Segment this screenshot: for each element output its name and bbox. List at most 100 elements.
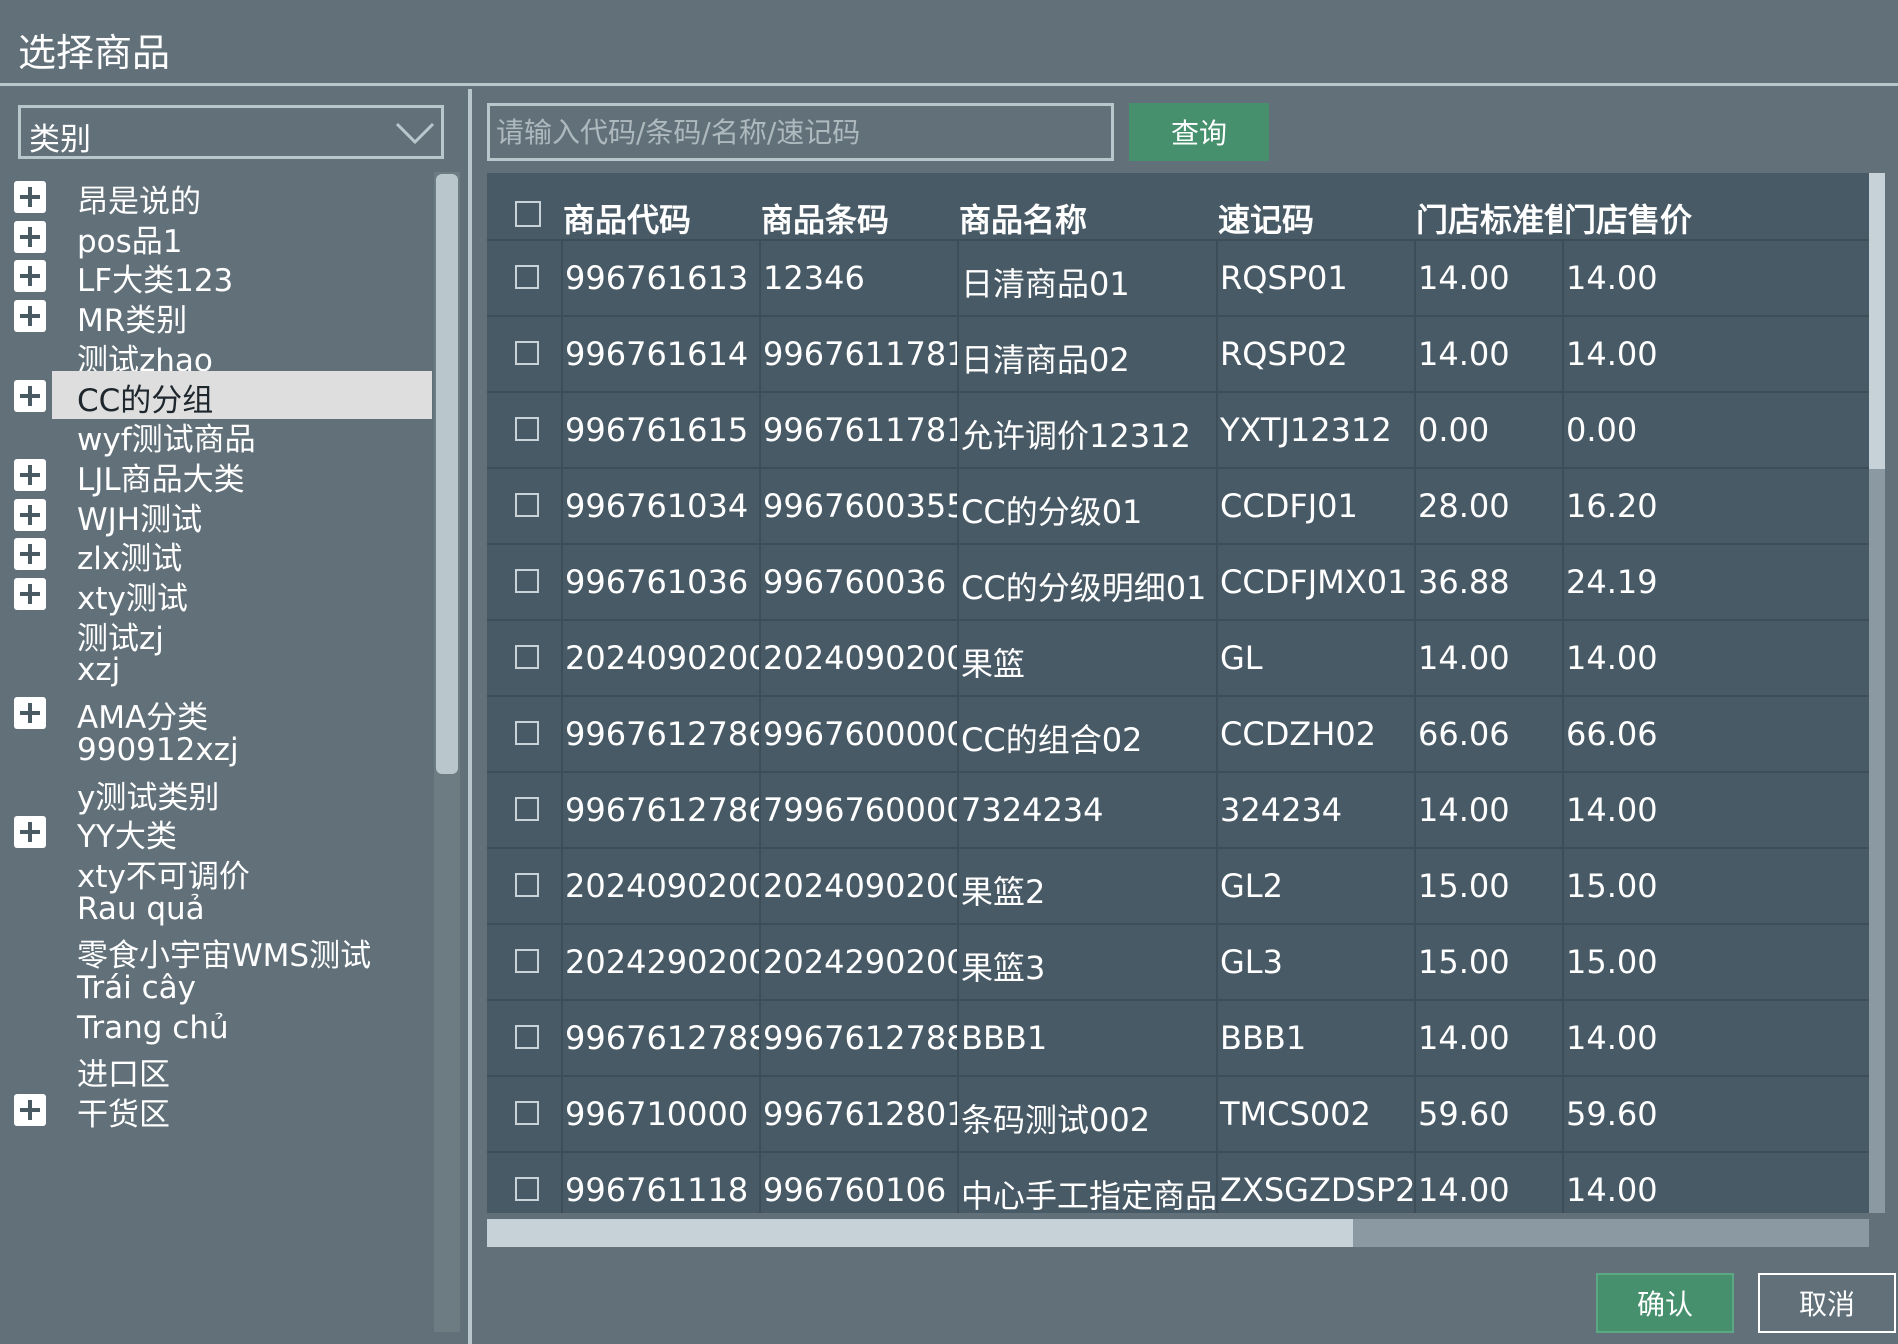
row-checkbox[interactable] (515, 797, 539, 821)
table-cell-text: 99676003555 (763, 487, 957, 525)
row-checkbox[interactable] (515, 265, 539, 289)
expand-plus-icon[interactable] (14, 578, 46, 610)
table-cell: 14.00 (1414, 317, 1562, 391)
table-cell: 果篮3 (957, 925, 1216, 999)
table-row[interactable]: 2024290200920242902009果篮3GL315.0015.00 (487, 923, 1885, 999)
table-cell-text: 14.00 (1418, 1019, 1510, 1057)
table-row[interactable]: 996761036 996760036 CC的分级明细01 CCDFJMX01 36.8… (487, 543, 1885, 619)
table-cell: GL2 (1216, 849, 1414, 923)
expand-plus-icon[interactable] (14, 816, 46, 848)
table-cell-text: 996760106 (763, 1171, 947, 1209)
category-tree[interactable]: 昂是说的 pos品1 LF大类123 MR类别 测试zhao CC的分组 wyf测试商品 LJ… (0, 172, 432, 1332)
table-cell: BBB1 (1216, 1001, 1414, 1075)
table-cell: CCDFJ01 (1216, 469, 1414, 543)
row-checkbox[interactable] (515, 873, 539, 897)
expand-plus-icon[interactable] (14, 1094, 46, 1126)
table-cell: 996761278619 (561, 697, 759, 771)
row-checkbox[interactable] (515, 645, 539, 669)
table-horizontal-scrollbar[interactable] (487, 1219, 1869, 1247)
table-cell: 15.00 (1562, 925, 1862, 999)
table-row[interactable]: 2024090200720240902007果篮GL14.0014.00 (487, 619, 1885, 695)
row-checkbox[interactable] (515, 493, 539, 517)
table-row[interactable]: 996761034 99676003555CC的分级01 CCDFJ01 28.00 1… (487, 467, 1885, 543)
table-cell-text: 996761613 (565, 259, 749, 297)
expand-plus-icon[interactable] (14, 380, 46, 412)
table-cell: 20240902008 (561, 849, 759, 923)
table-cell-text: 59.60 (1418, 1095, 1510, 1133)
table-cell-text: 日清商品01 (961, 265, 1130, 303)
table-cell-text: 14.00 (1418, 335, 1510, 373)
row-checkbox[interactable] (515, 417, 539, 441)
row-checkbox[interactable] (515, 1025, 539, 1049)
table-row[interactable]: 996761613 12346 日清商品01 RQSP01 14.00 14.00 (487, 239, 1885, 315)
confirm-button[interactable]: 确认 (1596, 1273, 1734, 1333)
table-cell: 7996760000058 (759, 773, 957, 847)
table-cell-text: 0.00 (1566, 411, 1638, 449)
table-row[interactable]: 996761614 99676117816日清商品02 RQSP02 14.00 14.… (487, 315, 1885, 391)
tree-item-label: Trang chủ (77, 1010, 229, 1046)
table-cell: 14.00 (1562, 773, 1862, 847)
tree-item-label: Trái cây (77, 970, 196, 1006)
search-input[interactable] (487, 103, 1114, 161)
table-row[interactable]: 996761118 996760106 中心手工指定商品2 ZXSGZDSP2 14.0… (487, 1151, 1885, 1213)
table-row[interactable]: 99676127864879967600000587324234 324234 14… (487, 771, 1885, 847)
table-row[interactable]: 996761278813996761278805BBB1BBB114.0014.… (487, 999, 1885, 1075)
row-checkbox[interactable] (515, 341, 539, 365)
cancel-button[interactable]: 取消 (1758, 1273, 1896, 1333)
expand-plus-icon[interactable] (14, 221, 46, 253)
table-horizontal-scrollbar-thumb[interactable] (487, 1219, 1353, 1247)
table-cell-text: 996761278813 (565, 1019, 759, 1057)
table-row[interactable]: 996761615 99676117817允许调价12312 YXTJ12312 0.… (487, 391, 1885, 467)
table-cell-text: 14.00 (1566, 335, 1658, 373)
row-checkbox[interactable] (515, 1101, 539, 1125)
expand-plus-icon[interactable] (14, 459, 46, 491)
table-cell-text: 996760036 (763, 563, 947, 601)
row-checkbox[interactable] (515, 569, 539, 593)
table-cell-text: YXTJ12312 (1220, 411, 1392, 449)
table-row[interactable]: 996761278619996760000030CC的组合02 CCDZH02 66… (487, 695, 1885, 771)
expand-plus-icon[interactable] (14, 538, 46, 570)
row-checkbox[interactable] (515, 949, 539, 973)
table-cell: 996710000 (561, 1077, 759, 1151)
table-cell: TMCS002 (1216, 1077, 1414, 1151)
table-vertical-scrollbar-thumb[interactable] (1869, 173, 1885, 469)
table-row[interactable]: 2024090200820240902008果篮2GL215.0015.00 (487, 847, 1885, 923)
category-dropdown[interactable]: 类别 (18, 105, 444, 159)
table-cell: 12346 (759, 241, 957, 315)
table-cell-text: CC的组合02 (961, 721, 1143, 759)
expand-plus-icon[interactable] (14, 181, 46, 213)
table-cell-text: 99676117817 (763, 411, 957, 449)
tree-item-label-area[interactable]: 干货区 (52, 1085, 432, 1133)
table-cell-text: 果篮 (961, 645, 1026, 683)
table-cell-text: CCDZH02 (1220, 715, 1377, 753)
table-cell-text: RQSP01 (1220, 259, 1348, 297)
table-cell-text: 16.20 (1566, 487, 1658, 525)
table-cell: 996761615 (561, 393, 759, 467)
title-bar: 选择商品 (0, 0, 1898, 86)
row-checkbox[interactable] (515, 1177, 539, 1201)
tree-item-label: Rau quả (77, 891, 205, 927)
expand-plus-icon[interactable] (14, 300, 46, 332)
table-cell-text: 7996760000058 (763, 791, 957, 829)
table-cell-text: 996761278805 (763, 1019, 957, 1057)
select-all-checkbox[interactable] (515, 201, 541, 227)
expand-plus-icon[interactable] (14, 260, 46, 292)
row-checkbox[interactable] (515, 721, 539, 745)
table-cell: BBB1 (957, 1001, 1216, 1075)
table-cell-text: 99676117816 (763, 335, 957, 373)
table-cell: 66.06 (1414, 697, 1562, 771)
table-cell: 条码测试002 (957, 1077, 1216, 1151)
table-row[interactable]: 996710000 996761280126条码测试002 TMCS002 59.60… (487, 1075, 1885, 1151)
expand-plus-icon[interactable] (14, 697, 46, 729)
table-cell: 0.00 (1414, 393, 1562, 467)
table-cell: 996761614 (561, 317, 759, 391)
table-cell-text: 20242902009 (763, 943, 957, 981)
table-cell: 59.60 (1414, 1077, 1562, 1151)
tree-item[interactable]: 干货区 (0, 1085, 432, 1133)
table-vertical-scrollbar[interactable] (1869, 173, 1885, 1213)
query-button[interactable]: 查询 (1129, 103, 1269, 161)
table-cell-text: 15.00 (1418, 943, 1510, 981)
tree-scrollbar-thumb[interactable] (436, 174, 458, 774)
tree-scrollbar[interactable] (434, 172, 460, 1332)
expand-plus-icon[interactable] (14, 499, 46, 531)
